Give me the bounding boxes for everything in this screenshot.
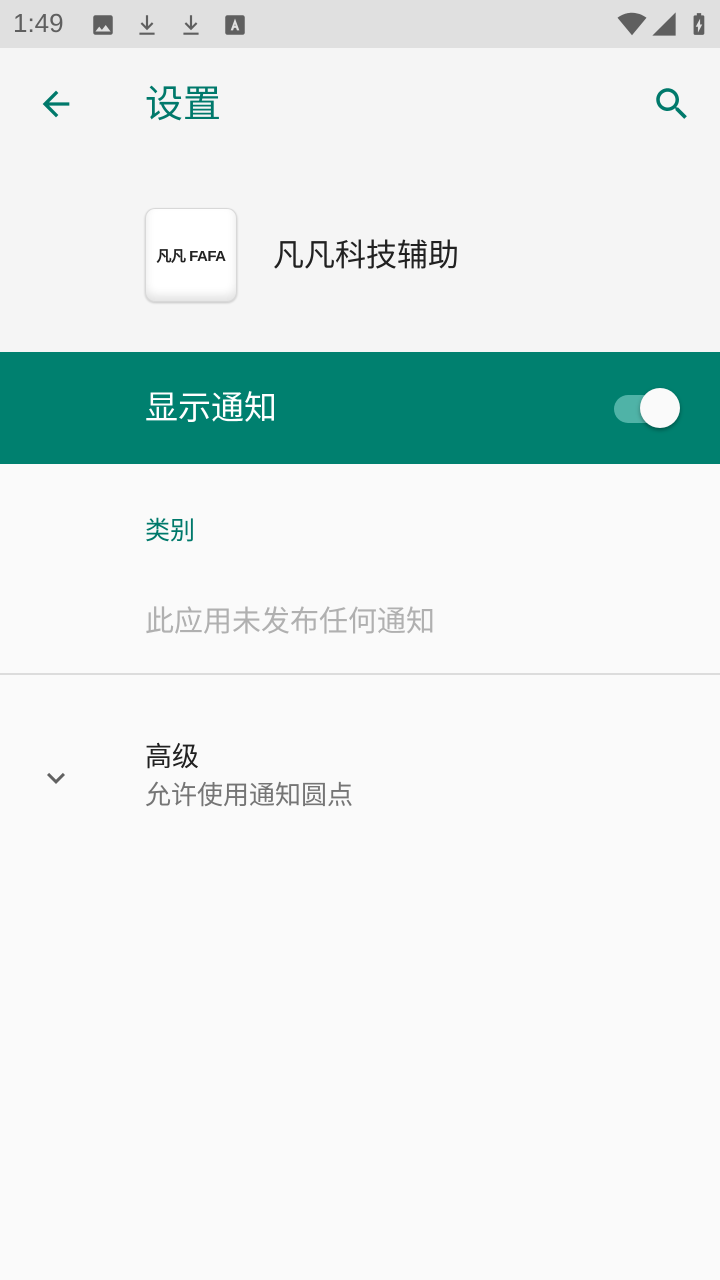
status-time: 1:49 [13,8,64,38]
notification-settings-screen: 1:49 设置 凡凡 FAFA 凡凡科技辅助 显示通知 类别 此应用未发布任何通… [0,0,720,1280]
app-bar: 设置 [0,48,720,160]
advanced-title: 高级 [145,742,199,773]
advanced-row[interactable]: 高级 允许使用通知圆点 [0,716,720,840]
show-notifications-switch-bar[interactable]: 显示通知 [0,352,720,464]
app-header: 凡凡 FAFA 凡凡科技辅助 [0,160,720,352]
advanced-summary: 允许使用通知圆点 [145,781,354,811]
chevron-down-icon [47,772,65,784]
search-button[interactable] [642,76,702,132]
search-icon [656,88,687,119]
show-notifications-label: 显示通知 [145,388,277,427]
image-icon [93,15,113,35]
show-notifications-toggle[interactable] [614,388,682,428]
back-button[interactable] [24,76,88,132]
toggle-thumb [640,388,680,428]
app-name: 凡凡科技辅助 [273,238,459,274]
app-icon: 凡凡 FAFA [145,208,237,302]
expand-advanced-button[interactable] [34,760,78,796]
status-bar: 1:49 [0,0,720,48]
wifi-icon [617,12,647,36]
signal-icon [652,12,676,36]
arrow-back-icon [42,90,70,118]
no-notifications-text: 此应用未发布任何通知 [145,604,436,638]
divider [0,673,720,675]
battery-charging-icon [693,13,705,35]
page-title: 设置 [145,82,222,126]
download-icon [183,15,199,35]
font-icon [225,15,245,35]
category-header: 类别 [145,516,196,545]
download-icon [139,15,155,35]
app-icon-logo-text: 凡凡 FAFA [156,247,226,265]
